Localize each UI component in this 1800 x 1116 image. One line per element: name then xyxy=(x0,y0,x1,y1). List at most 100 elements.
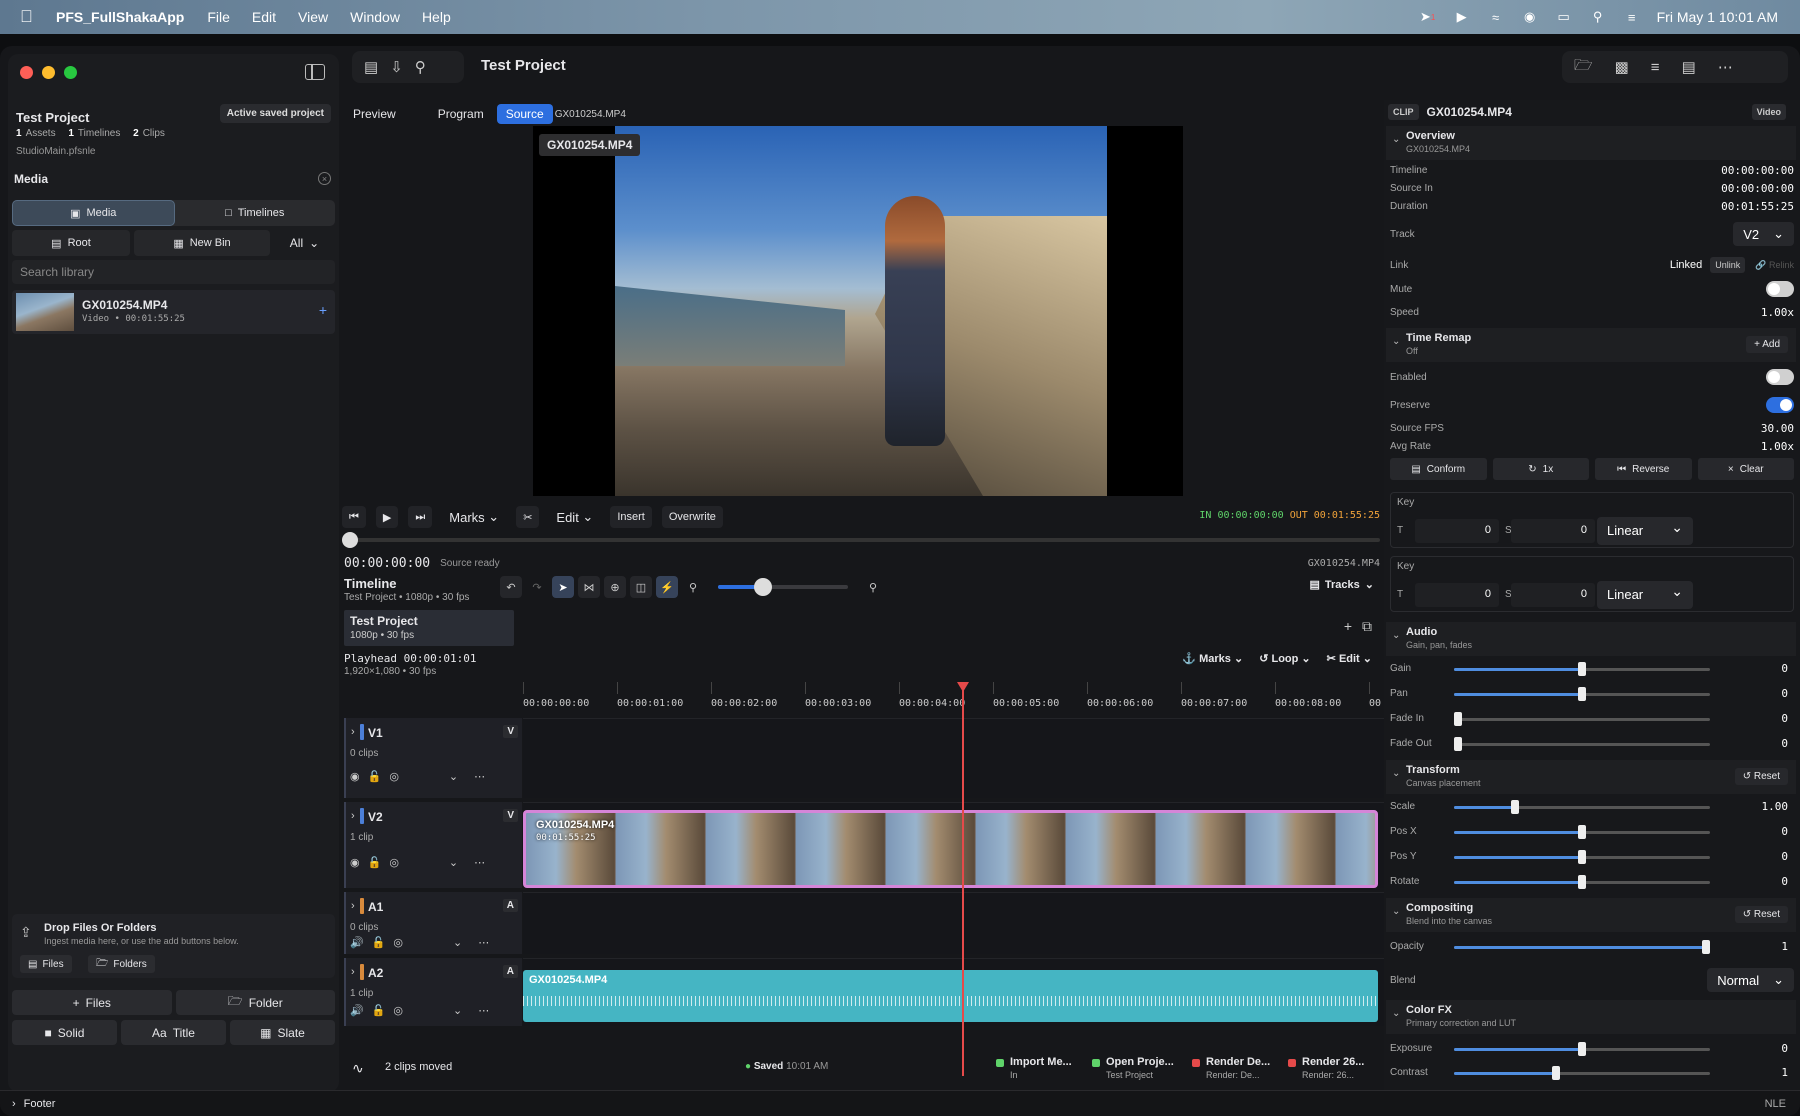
play-button[interactable]: ▶ xyxy=(375,506,399,528)
expand-chevron-icon[interactable]: › xyxy=(351,726,355,738)
select-tool-icon[interactable]: ➤ xyxy=(552,576,574,598)
close-window-button[interactable] xyxy=(20,66,33,79)
opacity-slider[interactable] xyxy=(1454,940,1710,954)
redo-icon[interactable]: ↷ xyxy=(526,576,548,598)
more-icon[interactable]: ⋯ xyxy=(474,770,485,783)
search-library-input[interactable]: Search library xyxy=(12,260,335,284)
more-icon[interactable]: ⋯ xyxy=(478,1004,489,1017)
chevron-right-icon[interactable]: › xyxy=(12,1098,16,1110)
tab-program[interactable]: Program xyxy=(429,104,493,124)
solo-icon[interactable]: ◎ xyxy=(393,936,403,949)
archive-icon[interactable]: ▤ xyxy=(364,58,378,76)
inbox-icon[interactable]: ⇩ xyxy=(390,58,403,76)
section-compositing[interactable]: ⌄ Compositing Blend into the canvas ↺ Re… xyxy=(1386,898,1796,932)
eye-icon[interactable]: ◉ xyxy=(350,770,360,783)
key-time-input[interactable]: 0 xyxy=(1415,583,1499,607)
close-media-icon[interactable]: × xyxy=(318,172,331,185)
solid-button[interactable]: ■ Solid xyxy=(12,1020,117,1045)
slate-button[interactable]: ▦ Slate xyxy=(230,1020,335,1045)
notification-icon[interactable]: ➤ 1 xyxy=(1419,9,1437,24)
chevron-down-icon[interactable]: ⌄ xyxy=(453,1004,462,1017)
apple-icon[interactable]:  xyxy=(20,7,38,27)
reset-compositing-button[interactable]: ↺ Reset xyxy=(1734,906,1788,923)
eye-icon[interactable]: ◉ xyxy=(350,856,360,869)
reset-transform-button[interactable]: ↺ Reset xyxy=(1734,768,1788,785)
section-audio[interactable]: ⌄ Audio Gain, pan, fades xyxy=(1386,622,1796,656)
search-icon[interactable]: ⚲ xyxy=(1589,9,1607,24)
zoom-handle[interactable] xyxy=(754,578,772,596)
overwrite-button[interactable]: Overwrite xyxy=(661,506,723,528)
add-remap-button[interactable]: + Add xyxy=(1746,336,1788,353)
job-open-project[interactable]: Open Proje... Test Project xyxy=(1092,1056,1174,1080)
undo-icon[interactable]: ↶ xyxy=(500,576,522,598)
more-icon[interactable]: ⋯ xyxy=(478,936,489,949)
menu-help[interactable]: Help xyxy=(422,9,451,25)
step-back-button[interactable]: ⏮ xyxy=(342,506,366,528)
clear-button[interactable]: × Clear xyxy=(1697,458,1794,480)
snap-icon[interactable]: ⚡ xyxy=(656,576,678,598)
chevron-down-icon[interactable]: ⌄ xyxy=(449,770,458,783)
edit-dropdown[interactable]: Edit ⌄ xyxy=(549,506,600,528)
zoom-slider[interactable] xyxy=(718,578,848,596)
wifi-icon[interactable]: ≈ xyxy=(1487,10,1505,25)
marks-dropdown[interactable]: Marks ⌄ xyxy=(442,506,506,528)
loop-dropdown[interactable]: ↺ Loop ⌄ xyxy=(1259,652,1310,665)
more-icon[interactable]: ⋯ xyxy=(474,856,485,869)
chevron-down-icon[interactable]: ⌄ xyxy=(453,936,462,949)
section-transform[interactable]: ⌄ Transform Canvas placement ↺ Reset xyxy=(1386,760,1796,794)
section-color-fx[interactable]: ⌄ Color FX Primary correction and LUT xyxy=(1386,1000,1796,1034)
posy-slider[interactable] xyxy=(1454,850,1710,864)
lock-icon[interactable]: 🔓 xyxy=(368,856,382,869)
menu-window[interactable]: Window xyxy=(350,9,400,25)
step-forward-button[interactable]: ⏭ xyxy=(408,506,433,528)
section-overview[interactable]: ⌄ Overview GX010254.MP4 xyxy=(1386,126,1796,160)
add-folder-button[interactable]: 🗁 Folder xyxy=(175,990,335,1015)
reverse-button[interactable]: ⏮ Reverse xyxy=(1595,458,1692,480)
scissors-icon[interactable]: ✂ xyxy=(516,506,540,528)
more-options-icon[interactable]: ⋯ xyxy=(1718,58,1733,76)
layout-icon[interactable]: ▤ xyxy=(1682,58,1696,76)
app-menu[interactable]: PFS_FullShakaApp xyxy=(56,9,184,25)
folder-icon[interactable]: 🗁 xyxy=(1574,55,1593,80)
key-time-input[interactable]: 0 xyxy=(1415,519,1499,543)
minimize-window-button[interactable] xyxy=(42,66,55,79)
footer-label[interactable]: Footer xyxy=(24,1098,56,1110)
contrast-slider[interactable] xyxy=(1454,1066,1710,1080)
title-button[interactable]: Aa Title xyxy=(121,1020,226,1045)
media-asset-item[interactable]: GX010254.MP4 Video • 00:01:55:25 + xyxy=(12,290,335,334)
exposure-slider[interactable] xyxy=(1454,1042,1710,1056)
fade-out-slider[interactable] xyxy=(1454,737,1710,751)
tab-preview[interactable]: Preview xyxy=(344,104,405,124)
job-render-1[interactable]: Render De... Render: De... xyxy=(1192,1056,1270,1080)
timeline-ruler[interactable]: 00:00:00:00 00:00:01:00 00:00:02:00 00:00:0… xyxy=(523,682,1384,714)
menu-clock[interactable]: Fri May 1 10:01 AM xyxy=(1657,9,1778,25)
solo-icon[interactable]: ◎ xyxy=(389,856,399,869)
root-button[interactable]: ▤ Root xyxy=(12,230,130,256)
user-icon[interactable]: ◉ xyxy=(1521,9,1539,24)
zoom-in-icon[interactable]: ⚲ xyxy=(862,576,884,598)
posx-slider[interactable] xyxy=(1454,825,1710,839)
gain-slider[interactable] xyxy=(1454,662,1710,676)
timeline-marks-dropdown[interactable]: ⚓ Marks ⌄ xyxy=(1182,652,1243,665)
control-center-icon[interactable]: ≡ xyxy=(1623,10,1641,25)
job-import[interactable]: Import Me... In xyxy=(996,1056,1072,1080)
solo-icon[interactable]: ◎ xyxy=(389,770,399,783)
lane-a1[interactable] xyxy=(523,892,1384,954)
expand-chevron-icon[interactable]: › xyxy=(351,900,355,912)
new-bin-button[interactable]: ▦ New Bin xyxy=(134,230,270,256)
enabled-toggle[interactable] xyxy=(1766,369,1794,385)
scale-slider[interactable] xyxy=(1454,800,1710,814)
drop-zone[interactable]: ⇪ Drop Files Or Folders Ingest media her… xyxy=(12,914,335,978)
menu-file[interactable]: File xyxy=(207,9,230,25)
add-files-button[interactable]: + Files xyxy=(12,990,172,1015)
duplicate-icon[interactable]: ⧉ xyxy=(1362,618,1372,635)
expand-chevron-icon[interactable]: › xyxy=(351,966,355,978)
relink-button[interactable]: 🔗 Relink xyxy=(1755,260,1794,271)
menu-edit[interactable]: Edit xyxy=(252,9,276,25)
video-viewer[interactable]: GX010254.MP4 xyxy=(533,126,1183,496)
interp-dropdown[interactable]: Linear xyxy=(1597,517,1693,545)
fade-in-slider[interactable] xyxy=(1454,712,1710,726)
interp-dropdown[interactable]: Linear xyxy=(1597,581,1693,609)
timeline-playhead[interactable] xyxy=(962,682,964,1076)
menu-view[interactable]: View xyxy=(298,9,328,25)
